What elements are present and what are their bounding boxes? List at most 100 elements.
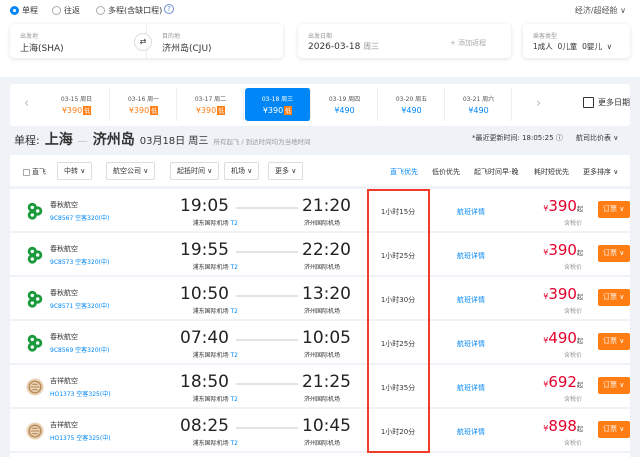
date-option[interactable]: 03-19 周四 ¥490 xyxy=(312,88,378,121)
departure-time: 10:50 xyxy=(180,284,229,304)
date-price: ¥390 xyxy=(61,106,83,115)
flight-number[interactable]: HO1373 空客325(中) xyxy=(50,389,111,398)
search-header: 单程 往返 多程(含缺口程) ? 经济/超经舱 ∨ 出发地 上海(SHA) 目的… xyxy=(0,0,640,77)
flight-number[interactable]: 9C8567 空客320(中) xyxy=(50,213,109,222)
route-line xyxy=(236,427,298,429)
prev-dates-icon[interactable]: ‹ xyxy=(24,96,29,111)
arrival-airport: 济州国际机场 xyxy=(304,264,341,271)
terminal: T2 xyxy=(230,440,238,447)
price-value: 692 xyxy=(548,373,577,391)
departure-time: 08:25 xyxy=(180,416,229,436)
arrival-airport: 济州国际机场 xyxy=(304,396,341,403)
time-note: 所有起飞 / 到达时间均为当地时间 xyxy=(213,138,311,146)
arrival-time: 21:20 xyxy=(302,196,351,216)
flight-number[interactable]: HO1375 空客325(中) xyxy=(50,433,111,442)
book-button[interactable]: 订票 ∨ xyxy=(598,333,630,350)
flight-details-link[interactable]: 航班详情 xyxy=(457,383,485,393)
date-label: 03-18 周三 xyxy=(261,96,294,103)
date-option[interactable]: 03-18 周三 ¥390 低 xyxy=(245,88,311,121)
date-option[interactable]: 03-16 周一 ¥390 低 xyxy=(111,88,177,121)
date-price: ¥390 xyxy=(128,106,150,115)
date-option[interactable]: 03-20 周五 ¥490 xyxy=(379,88,445,121)
to-input[interactable]: 济州岛(CJU) xyxy=(162,41,212,54)
route-line xyxy=(236,207,298,209)
price-from: 起 xyxy=(576,294,583,301)
airline-name: 吉祥航空 xyxy=(50,421,78,429)
arrival-time: 22:20 xyxy=(302,240,351,260)
pax-label: 乘客类型 xyxy=(533,33,558,40)
flight-details-link[interactable]: 航班详情 xyxy=(457,295,485,305)
trip-type-roundtrip[interactable]: 往返 xyxy=(52,5,80,16)
route-line xyxy=(236,339,298,341)
date-option[interactable]: 03-15 周日 ¥390 低 xyxy=(44,88,110,121)
flight-row: 吉祥航空 HO1375 空客325(中) 08:25 浦东国际机场 T2 10:… xyxy=(10,409,630,453)
date-price: ¥390 xyxy=(262,106,284,115)
page-title: 单程: 上海 — 济州岛 03月18日 周三 所有起飞 / 到达时间均为当地时间 xyxy=(14,129,311,149)
flight-details-link[interactable]: 航班详情 xyxy=(457,339,485,349)
sort-direct[interactable]: 直飞优先 xyxy=(390,167,418,177)
flight-details-link[interactable]: 航班详情 xyxy=(457,251,485,261)
airline-logo-icon xyxy=(26,246,44,264)
date-label: 03-15 周日 xyxy=(60,96,93,103)
airline-name: 春秋航空 xyxy=(50,245,78,253)
time-filter[interactable]: 起抵时间 ∨ xyxy=(170,162,220,180)
date-label: 03-17 周二 xyxy=(194,96,227,103)
arrival-airport: 济州国际机场 xyxy=(304,308,341,315)
airline-logo-icon xyxy=(26,378,44,396)
departure-airport: 浦东国际机场 xyxy=(192,396,229,403)
filter-bar: 直飞 中转 ∨ 航空公司 ∨ 起抵时间 ∨ 机场 ∨ 更多 ∨ 直飞优先 低价优… xyxy=(10,155,630,189)
terminal: T2 xyxy=(230,264,238,271)
flight-details-link[interactable]: 航班详情 xyxy=(457,207,485,217)
trip-type-multi[interactable]: 多程(含缺口程) xyxy=(96,5,162,16)
date-box[interactable]: 出发日期 2026-03-18 周三 + 添加返程 xyxy=(298,24,511,58)
flight-number[interactable]: 9C8571 空客320(中) xyxy=(50,301,109,310)
cabin-select[interactable]: 经济/超经舱 ∨ xyxy=(575,5,626,16)
label: 直飞 xyxy=(32,168,46,176)
more-filter[interactable]: 更多 ∨ xyxy=(268,162,304,180)
more-dates-button[interactable]: 更多日期 xyxy=(583,97,630,108)
date-price: ¥490 xyxy=(468,106,489,115)
flight-number[interactable]: 9C8569 空客320(中) xyxy=(50,345,109,354)
departure-airport: 浦东国际机场 xyxy=(192,264,229,271)
airline-name: 春秋航空 xyxy=(50,201,78,209)
book-button[interactable]: 订票 ∨ xyxy=(598,421,630,438)
passenger-box[interactable]: 乘客类型 1成人 0儿童 0婴儿 ∨ xyxy=(523,24,630,58)
direct-checkbox[interactable]: 直飞 xyxy=(23,167,46,177)
airline-name: 春秋航空 xyxy=(50,289,78,297)
next-dates-icon[interactable]: › xyxy=(536,96,541,111)
radio-icon xyxy=(52,6,61,15)
book-button[interactable]: 订票 ∨ xyxy=(598,201,630,218)
sort-price[interactable]: 低价优先 xyxy=(432,167,460,177)
flight-row: 春秋航空 9C8571 空客320(中) 10:50 浦东国际机场 T2 13:… xyxy=(10,277,630,321)
from-input[interactable]: 上海(SHA) xyxy=(20,41,64,54)
date-option[interactable]: 03-17 周二 ¥390 低 xyxy=(178,88,244,121)
date-option[interactable]: 03-21 周六 ¥490 xyxy=(446,88,512,121)
price-from: 起 xyxy=(576,426,583,433)
flight-number[interactable]: 9C8573 空客320(中) xyxy=(50,257,109,266)
price: ¥490起 xyxy=(543,329,583,347)
book-button[interactable]: 订票 ∨ xyxy=(598,289,630,306)
tax-included: 含税价 xyxy=(563,308,582,315)
swap-icon[interactable]: ⇄ xyxy=(134,33,152,51)
low-price-badge: 低 xyxy=(217,106,226,115)
transfer-filter[interactable]: 中转 ∨ xyxy=(57,162,93,180)
book-button[interactable]: 订票 ∨ xyxy=(598,377,630,394)
add-return-button[interactable]: + 添加返程 xyxy=(450,38,486,48)
airline-compare-button[interactable]: 航司比价表 ∨ xyxy=(576,133,618,143)
calendar-icon xyxy=(583,97,594,108)
arrival-airport: 济州国际机场 xyxy=(304,440,341,447)
airline-filter[interactable]: 航空公司 ∨ xyxy=(106,162,156,180)
sort-departure[interactable]: 起飞时间早-晚 xyxy=(474,167,519,177)
flight-details-link[interactable]: 航班详情 xyxy=(457,427,485,437)
sort-duration[interactable]: 耗时短优先 xyxy=(534,167,569,177)
help-icon[interactable]: ? xyxy=(164,4,174,14)
airport-filter[interactable]: 机场 ∨ xyxy=(224,162,260,180)
sort-more[interactable]: 更多排序 ∨ xyxy=(583,167,618,177)
trip-type-oneway[interactable]: 单程 xyxy=(10,5,38,16)
date-strip: ‹ 03-15 周日 ¥390 低 03-16 周一 ¥390 低 03-17 周二 ¥390… xyxy=(10,84,630,126)
price-value: 390 xyxy=(548,241,577,259)
date-label: 03-20 周五 xyxy=(395,96,428,103)
date-label: 03-21 周六 xyxy=(462,96,495,103)
book-button[interactable]: 订票 ∨ xyxy=(598,245,630,262)
terminal: T2 xyxy=(230,308,238,315)
